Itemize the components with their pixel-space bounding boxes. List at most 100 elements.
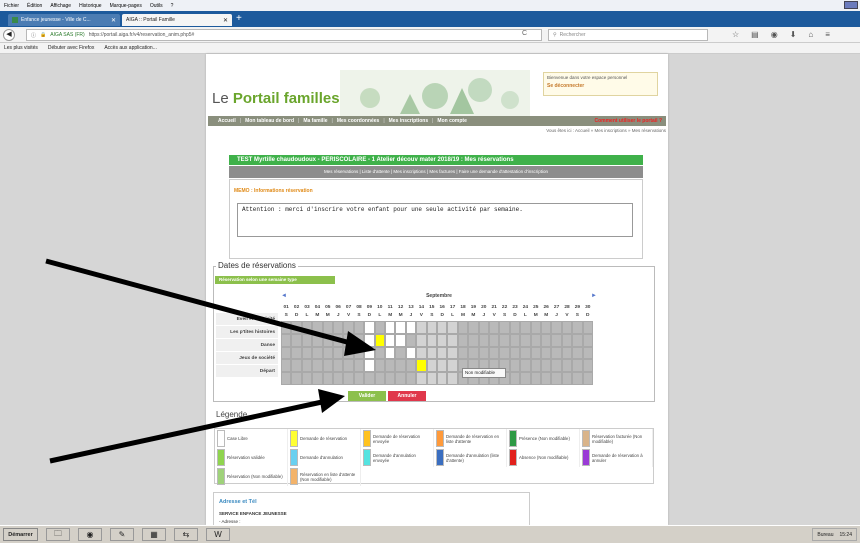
- reservation-cell[interactable]: [332, 372, 344, 385]
- menu-edition[interactable]: Édition: [27, 3, 42, 9]
- reservation-cell[interactable]: [291, 321, 302, 334]
- reservation-cell[interactable]: [353, 321, 365, 334]
- reservation-cell[interactable]: [499, 321, 510, 334]
- reservation-cell[interactable]: [312, 372, 323, 385]
- reservation-cell[interactable]: [426, 321, 437, 334]
- close-icon[interactable]: ✕: [105, 17, 116, 24]
- reservation-cell[interactable]: [364, 333, 375, 347]
- reservation-cell[interactable]: [468, 333, 479, 347]
- reservation-cell[interactable]: [343, 321, 354, 334]
- reservation-cell[interactable]: [520, 359, 531, 373]
- reservation-cell[interactable]: [478, 333, 489, 347]
- reservation-cell[interactable]: [520, 321, 531, 334]
- reservation-cell[interactable]: [395, 333, 406, 347]
- reservation-cell[interactable]: [436, 346, 448, 360]
- reservation-cell[interactable]: [488, 321, 500, 334]
- download-icon[interactable]: ⬇: [790, 30, 797, 39]
- folder-icon[interactable]: 🗀: [46, 528, 70, 541]
- reservation-cell[interactable]: [301, 372, 313, 385]
- reservation-cell[interactable]: [343, 372, 354, 385]
- reservation-cell[interactable]: [530, 321, 541, 334]
- menu-historique[interactable]: Historique: [79, 3, 102, 9]
- network-icon[interactable]: ⇆: [174, 528, 198, 541]
- home-icon[interactable]: ⌂: [808, 30, 813, 39]
- reservation-cell[interactable]: [520, 372, 531, 385]
- reservation-cell[interactable]: [436, 359, 448, 373]
- reservation-cell[interactable]: [488, 346, 500, 360]
- reservation-cell[interactable]: [312, 346, 323, 360]
- back-button[interactable]: ◀: [3, 29, 15, 41]
- reload-icon[interactable]: C: [522, 30, 527, 37]
- reservation-cell[interactable]: [281, 346, 292, 360]
- reservation-cell[interactable]: [374, 333, 385, 347]
- url-bar[interactable]: ⓘ 🔒 AIGA SAS (FR) https://portail.aiga.f…: [26, 29, 542, 41]
- reservation-cell[interactable]: [540, 333, 552, 347]
- validate-button[interactable]: Valider: [348, 391, 386, 401]
- reservation-cell[interactable]: [540, 346, 552, 360]
- reservation-cell[interactable]: [478, 346, 489, 360]
- reservation-cell[interactable]: [332, 333, 344, 347]
- menu-outils[interactable]: Outils: [150, 3, 163, 9]
- reservation-cell[interactable]: [509, 359, 521, 373]
- reservation-subnav[interactable]: Mes réservations | Liste d'attente | Mes…: [229, 166, 643, 178]
- reservation-cell[interactable]: [468, 346, 479, 360]
- reservation-cell[interactable]: [561, 346, 573, 360]
- reservation-cell[interactable]: [520, 333, 531, 347]
- reservation-cell[interactable]: [281, 333, 292, 347]
- word-icon[interactable]: W: [206, 528, 230, 541]
- reservation-cell[interactable]: [281, 321, 292, 334]
- library-icon[interactable]: ▤: [751, 30, 759, 39]
- reservation-cell[interactable]: [572, 346, 583, 360]
- reservation-cell[interactable]: [353, 359, 365, 373]
- start-button[interactable]: Démarrer: [3, 528, 38, 541]
- reservation-cell[interactable]: [530, 372, 541, 385]
- pocket-icon[interactable]: ◉: [771, 30, 778, 39]
- reservation-cell[interactable]: [374, 346, 385, 360]
- reservation-cell[interactable]: [364, 346, 375, 360]
- reservation-cell[interactable]: [436, 321, 448, 334]
- reservation-cell[interactable]: [509, 333, 521, 347]
- reservation-cell[interactable]: [520, 346, 531, 360]
- reservation-cell[interactable]: [551, 333, 562, 347]
- paint-icon[interactable]: ✎: [110, 528, 134, 541]
- nav-compte[interactable]: Mon compte: [437, 118, 466, 124]
- reservation-cell[interactable]: [499, 333, 510, 347]
- reservation-cell[interactable]: [457, 333, 469, 347]
- reservation-cell[interactable]: [572, 333, 583, 347]
- close-icon[interactable]: ✕: [217, 17, 228, 24]
- reservation-cell[interactable]: [447, 346, 458, 360]
- reservation-cell[interactable]: [488, 333, 500, 347]
- reservation-cell[interactable]: [468, 321, 479, 334]
- reservation-cell[interactable]: [509, 372, 521, 385]
- reservation-cell[interactable]: [312, 321, 323, 334]
- reservation-cell[interactable]: [551, 359, 562, 373]
- reservation-cell[interactable]: [301, 346, 313, 360]
- window-controls[interactable]: [844, 1, 858, 9]
- reservation-cell[interactable]: [447, 321, 458, 334]
- reservation-cell[interactable]: [332, 321, 344, 334]
- reservation-cell[interactable]: [353, 333, 365, 347]
- reservation-cell[interactable]: [332, 359, 344, 373]
- bookmark-getting-started[interactable]: Débuter avec Firefox: [48, 45, 94, 51]
- reservation-cell[interactable]: [405, 372, 417, 385]
- reservation-cell[interactable]: [582, 346, 593, 360]
- reservation-cell[interactable]: [426, 333, 437, 347]
- nav-ma-famille[interactable]: Ma famille: [303, 118, 327, 124]
- tab-portail-famille[interactable]: AIGA :: Portail Famille ✕: [122, 14, 232, 26]
- reservation-cell[interactable]: [395, 359, 406, 373]
- nav-tableau-de-bord[interactable]: Mon tableau de bord: [245, 118, 294, 124]
- week-type-button[interactable]: Réservation selon une semaine type: [215, 276, 335, 284]
- reservation-cell[interactable]: [291, 359, 302, 373]
- reservation-cell[interactable]: [426, 346, 437, 360]
- reservation-cell[interactable]: [374, 321, 385, 334]
- reservation-cell[interactable]: [291, 372, 302, 385]
- reservation-cell[interactable]: [384, 346, 396, 360]
- desktop-label[interactable]: Bureau: [817, 532, 833, 538]
- reservation-cell[interactable]: [416, 346, 427, 360]
- logout-link[interactable]: Se déconnecter: [547, 83, 654, 89]
- reservation-cell[interactable]: [364, 321, 375, 334]
- nav-help-link[interactable]: Comment utiliser le portail ?: [594, 118, 662, 124]
- firefox-icon[interactable]: ◉: [78, 528, 102, 541]
- reservation-cell[interactable]: [405, 333, 417, 347]
- nav-coordonnees[interactable]: Mes coordonnées: [337, 118, 380, 124]
